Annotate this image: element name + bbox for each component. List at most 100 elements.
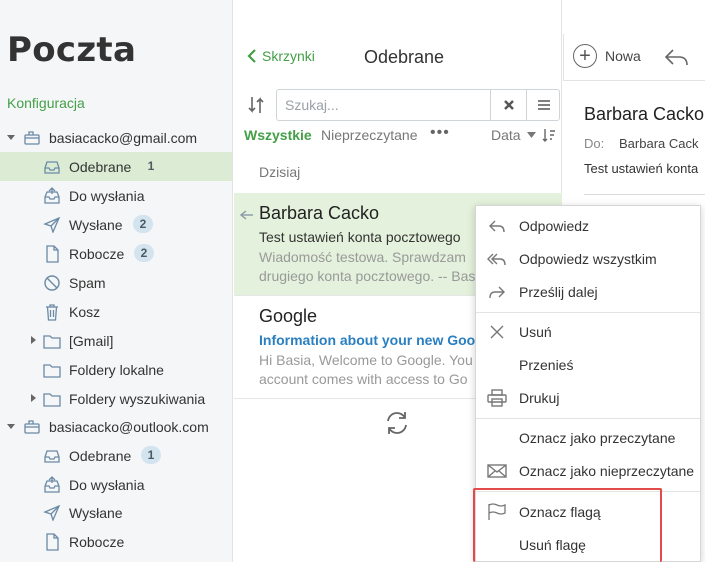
menu-item-forward[interactable]: Prześlij dalej bbox=[476, 275, 700, 308]
sidebar-item-label: Foldery wyszukiwania bbox=[69, 390, 206, 407]
new-message-button[interactable]: + Nowa bbox=[573, 44, 641, 68]
sidebar-item-label: Spam bbox=[69, 274, 106, 291]
more-icon[interactable]: ••• bbox=[430, 124, 450, 142]
close-icon bbox=[486, 321, 508, 343]
account-email: basiacacko@outlook.com bbox=[49, 418, 209, 435]
menu-item-reply-all[interactable]: Odpowiedz wszystkim bbox=[476, 242, 700, 275]
sidebar-item-odebrane[interactable]: Odebrane 1 bbox=[0, 152, 232, 181]
message-subject: Information about your new Googl bbox=[259, 332, 488, 348]
reader-subject: Test ustawień konta bbox=[584, 161, 699, 176]
chevron-down-icon[interactable] bbox=[6, 132, 16, 142]
toolbar-divider bbox=[563, 34, 564, 80]
sidebar-item-wyslane-outlook[interactable]: Wysłane bbox=[0, 498, 232, 527]
unread-count: 1 bbox=[147, 159, 155, 173]
menu-item-print[interactable]: Drukuj bbox=[476, 381, 700, 414]
count-badge: 2 bbox=[133, 215, 153, 233]
reply-icon bbox=[486, 215, 508, 237]
sidebar-item-do-wyslania-outlook[interactable]: Do wysłania bbox=[0, 470, 232, 499]
count-badge: 1 bbox=[141, 446, 161, 464]
account-gmail[interactable]: basiacacko@gmail.com bbox=[0, 123, 232, 152]
folder-icon bbox=[43, 390, 61, 408]
sort-dropdown[interactable]: Data bbox=[491, 127, 521, 143]
account-outlook[interactable]: basiacacko@outlook.com bbox=[0, 412, 232, 441]
sidebar-item-label: Wysłane bbox=[69, 504, 123, 521]
sidebar-item-spam[interactable]: Spam bbox=[0, 268, 232, 297]
chevron-down-icon[interactable] bbox=[6, 421, 16, 431]
trash-icon bbox=[43, 303, 61, 321]
plus-icon: + bbox=[573, 44, 597, 68]
message-subject: Test ustawień konta pocztowego bbox=[259, 229, 461, 245]
sidebar-item-label: Robocze bbox=[69, 245, 125, 262]
sidebar-item-label: Robocze bbox=[69, 533, 125, 550]
menu-item-label: Odpowiedz wszystkim bbox=[519, 250, 657, 267]
sidebar-item-kosz[interactable]: Kosz bbox=[0, 297, 232, 326]
menu-item-label: Oznacz jako nieprzeczytane bbox=[519, 462, 695, 479]
envelope-icon bbox=[486, 460, 508, 482]
sync-icon[interactable] bbox=[246, 94, 266, 121]
reader-divider bbox=[584, 194, 705, 195]
menu-item-mark-read[interactable]: Oznacz jako przeczytane bbox=[476, 421, 700, 454]
inbox-icon bbox=[43, 447, 61, 465]
sidebar-item-robocze-outlook[interactable]: Robocze bbox=[0, 527, 232, 556]
sidebar-item-label: Kosz bbox=[69, 303, 101, 320]
sidebar-item-odebrane-outlook[interactable]: Odebrane 1 bbox=[0, 441, 232, 470]
menu-icon[interactable] bbox=[526, 90, 560, 120]
account-email: basiacacko@gmail.com bbox=[49, 129, 198, 146]
sidebar-item-label: Do wysłania bbox=[69, 476, 145, 493]
menu-item-label: Odpowiedz bbox=[519, 217, 590, 234]
menu-item-label: Oznacz jako przeczytane bbox=[519, 429, 676, 446]
refresh-icon[interactable] bbox=[383, 409, 411, 442]
config-link[interactable]: Konfiguracja bbox=[7, 95, 85, 111]
outbox-icon bbox=[43, 475, 61, 494]
sidebar-item-label: [Gmail] bbox=[69, 332, 114, 349]
menu-item-delete[interactable]: Usuń bbox=[476, 315, 700, 348]
sidebar-item-label: Do wysłania bbox=[69, 187, 145, 204]
folder-icon bbox=[43, 361, 61, 379]
menu-item-label: Przenieś bbox=[519, 356, 574, 373]
sidebar-item-label: Odebrane bbox=[69, 447, 132, 464]
sidebar-item-foldery-wyszukiwania[interactable]: Foldery wyszukiwania bbox=[0, 384, 232, 413]
reader-recipient: Barbara Cack bbox=[619, 136, 699, 151]
forward-icon bbox=[486, 281, 508, 303]
printer-icon bbox=[486, 387, 508, 409]
caret-down-icon[interactable] bbox=[527, 130, 536, 140]
menu-item-move[interactable]: Przenieś bbox=[476, 348, 700, 381]
sidebar-item-foldery-lokalne[interactable]: Foldery lokalne bbox=[0, 355, 232, 384]
mailbox-icon bbox=[23, 418, 41, 436]
reply-icon[interactable] bbox=[663, 47, 689, 72]
menu-item-label: Drukuj bbox=[519, 389, 560, 406]
drafts-icon bbox=[43, 244, 61, 263]
toolbar-divider bbox=[563, 80, 705, 81]
reply-all-icon bbox=[486, 248, 508, 270]
count-badge: 2 bbox=[134, 244, 154, 262]
chevron-left-icon bbox=[247, 49, 256, 63]
close-icon[interactable] bbox=[490, 90, 526, 120]
app-title: Poczta bbox=[7, 30, 137, 70]
section-header: Dzisiaj bbox=[259, 164, 301, 180]
new-label: Nowa bbox=[605, 48, 641, 64]
folder-icon bbox=[43, 332, 61, 350]
back-button[interactable]: Skrzynki bbox=[246, 48, 315, 64]
filter-unread[interactable]: Nieprzeczytane bbox=[321, 127, 418, 143]
highlight-box bbox=[473, 488, 662, 562]
chevron-right-icon[interactable] bbox=[28, 393, 38, 403]
sidebar-item-gmail[interactable]: [Gmail] bbox=[0, 326, 232, 355]
sort-order-icon[interactable] bbox=[542, 128, 556, 147]
sidebar: Poczta Konfiguracja basiacacko@gmail.com… bbox=[0, 0, 233, 562]
message-sender: Barbara Cacko bbox=[259, 203, 380, 223]
sent-icon bbox=[43, 504, 61, 522]
search-box bbox=[276, 89, 560, 121]
inbox-icon bbox=[43, 158, 61, 176]
filter-all[interactable]: Wszystkie bbox=[244, 127, 312, 143]
sidebar-item-wyslane[interactable]: Wysłane 2 bbox=[0, 210, 232, 239]
outbox-icon bbox=[43, 186, 61, 205]
chevron-right-icon[interactable] bbox=[28, 335, 38, 345]
message-sender: Google bbox=[259, 306, 318, 326]
menu-item-label: Usuń bbox=[519, 323, 552, 340]
menu-item-reply[interactable]: Odpowiedz bbox=[476, 209, 700, 242]
sidebar-item-robocze[interactable]: Robocze 2 bbox=[0, 239, 232, 268]
menu-item-mark-unread[interactable]: Oznacz jako nieprzeczytane bbox=[476, 454, 700, 487]
search-input[interactable] bbox=[277, 90, 489, 120]
sent-icon bbox=[43, 216, 61, 234]
sidebar-item-do-wyslania[interactable]: Do wysłania bbox=[0, 181, 232, 210]
